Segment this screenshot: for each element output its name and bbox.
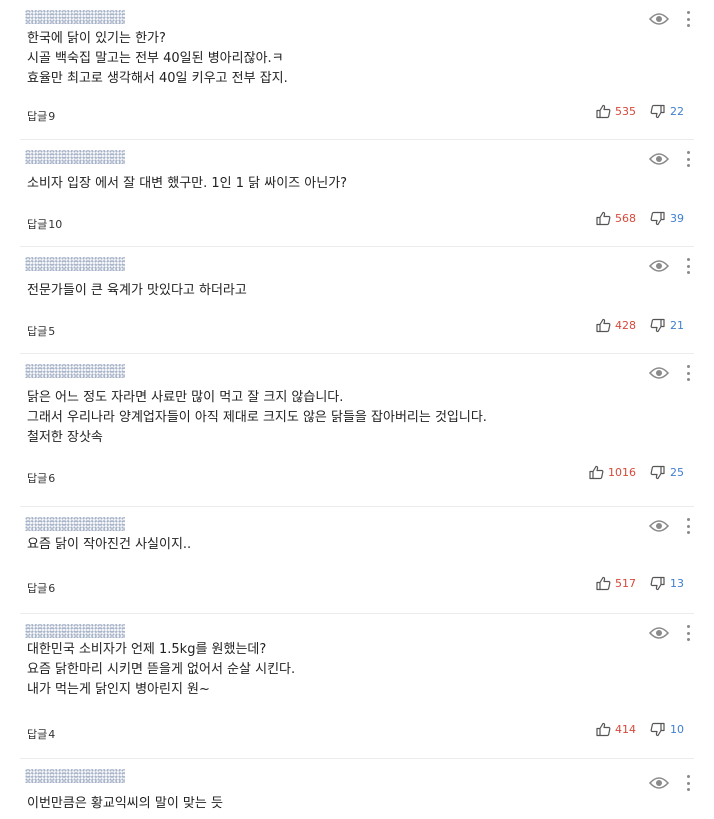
comment-item: 전문가들이 큰 육계가 맛있다고 하더라고 답글5 428 21 (20, 247, 694, 354)
more-vertical-icon[interactable] (684, 151, 692, 167)
author-name-blurred (25, 150, 125, 164)
thumbs-down-icon[interactable] (650, 318, 665, 333)
reply-count: 6 (48, 472, 56, 485)
comment-item: 소비자 입장 에서 잘 대변 했구만. 1인 1 닭 싸이즈 아닌가? 답글10… (20, 140, 694, 247)
comment-text: 요즘 닭이 작아진건 사실이지.. (27, 537, 192, 552)
eye-icon[interactable] (649, 259, 669, 273)
like-count: 414 (615, 723, 636, 736)
more-vertical-icon[interactable] (684, 365, 692, 381)
thumbs-down-icon[interactable] (650, 465, 665, 480)
reply-count: 4 (48, 728, 56, 741)
dislike-count: 22 (670, 105, 684, 118)
reply-count: 6 (48, 582, 56, 595)
comment-item: 이번만큼은 황교익씨의 말이 맞는 듯 (20, 759, 694, 819)
author-name-blurred (25, 517, 125, 531)
reply-link[interactable]: 답글6 (27, 470, 55, 486)
eye-icon[interactable] (649, 519, 669, 533)
reply-label: 답글 (27, 325, 48, 338)
reply-link[interactable]: 답글10 (27, 216, 62, 232)
thumbs-up-icon[interactable] (596, 576, 611, 591)
dislike-count: 21 (670, 319, 684, 332)
like-count: 517 (615, 577, 636, 590)
reply-count: 9 (48, 110, 56, 123)
reply-label: 답글 (27, 110, 48, 123)
more-vertical-icon[interactable] (684, 258, 692, 274)
like-count: 535 (615, 105, 636, 118)
thumbs-up-icon[interactable] (596, 318, 611, 333)
more-vertical-icon[interactable] (684, 775, 692, 791)
vote-actions: 517 13 (596, 576, 684, 591)
thumbs-down-icon[interactable] (650, 104, 665, 119)
thumbs-up-icon[interactable] (589, 465, 604, 480)
eye-icon[interactable] (649, 366, 669, 380)
author-name-blurred (25, 10, 125, 24)
comment-text: 대한민국 소비자가 언제 1.5kg를 원했는데? 요즘 닭한마리 시키면 뜯을… (27, 642, 296, 697)
comment-top-controls (649, 151, 692, 167)
more-vertical-icon[interactable] (684, 11, 692, 27)
like-count: 1016 (608, 466, 636, 479)
reply-link[interactable]: 답글6 (27, 580, 55, 596)
thumbs-up-icon[interactable] (596, 211, 611, 226)
comment-top-controls (649, 775, 692, 791)
reply-label: 답글 (27, 472, 48, 485)
comment-item: 요즘 닭이 작아진건 사실이지.. 답글6 517 13 (20, 507, 694, 614)
eye-icon[interactable] (649, 152, 669, 166)
comment-text: 소비자 입장 에서 잘 대변 했구만. 1인 1 닭 싸이즈 아닌가? (27, 176, 348, 191)
thumbs-down-icon[interactable] (650, 211, 665, 226)
comment-list: 한국에 닭이 있기는 한가? 시골 백숙집 말고는 전부 40일된 병아리잖아.… (0, 0, 714, 819)
eye-icon[interactable] (649, 776, 669, 790)
thumbs-down-icon[interactable] (650, 576, 665, 591)
author-name-blurred (25, 624, 125, 638)
reply-label: 답글 (27, 582, 48, 595)
thumbs-up-icon[interactable] (596, 104, 611, 119)
vote-actions: 414 10 (596, 722, 684, 737)
eye-icon[interactable] (649, 626, 669, 640)
dislike-count: 25 (670, 466, 684, 479)
reply-link[interactable]: 답글5 (27, 323, 55, 339)
thumbs-down-icon[interactable] (650, 722, 665, 737)
dislike-count: 39 (670, 212, 684, 225)
comment-item: 한국에 닭이 있기는 한가? 시골 백숙집 말고는 전부 40일된 병아리잖아.… (20, 0, 694, 140)
reply-count: 5 (48, 325, 56, 338)
thumbs-up-icon[interactable] (596, 722, 611, 737)
reply-link[interactable]: 답글4 (27, 726, 55, 742)
comment-text: 전문가들이 큰 육계가 맛있다고 하더라고 (27, 283, 247, 298)
vote-actions: 1016 25 (589, 465, 684, 480)
reply-label: 답글 (27, 218, 48, 231)
vote-actions: 428 21 (596, 318, 684, 333)
author-name-blurred (25, 364, 125, 378)
comment-item: 닭은 어느 정도 자라면 사료만 많이 먹고 잘 크지 않습니다. 그래서 우리… (20, 354, 694, 507)
comment-top-controls (649, 258, 692, 274)
comment-top-controls (649, 365, 692, 381)
dislike-count: 10 (670, 723, 684, 736)
eye-icon[interactable] (649, 12, 669, 26)
comment-top-controls (649, 11, 692, 27)
comment-item: 대한민국 소비자가 언제 1.5kg를 원했는데? 요즘 닭한마리 시키면 뜯을… (20, 614, 694, 759)
dislike-count: 13 (670, 577, 684, 590)
reply-link[interactable]: 답글9 (27, 108, 55, 124)
like-count: 568 (615, 212, 636, 225)
like-count: 428 (615, 319, 636, 332)
more-vertical-icon[interactable] (684, 625, 692, 641)
reply-label: 답글 (27, 728, 48, 741)
author-name-blurred (25, 769, 125, 783)
comment-text: 이번만큼은 황교익씨의 말이 맞는 듯 (27, 796, 223, 811)
author-name-blurred (25, 257, 125, 271)
reply-count: 10 (48, 218, 63, 231)
vote-actions: 535 22 (596, 104, 684, 119)
comment-top-controls (649, 518, 692, 534)
comment-top-controls (649, 625, 692, 641)
comment-text: 닭은 어느 정도 자라면 사료만 많이 먹고 잘 크지 않습니다. 그래서 우리… (27, 390, 487, 445)
comment-text: 한국에 닭이 있기는 한가? 시골 백숙집 말고는 전부 40일된 병아리잖아.… (27, 31, 288, 86)
more-vertical-icon[interactable] (684, 518, 692, 534)
vote-actions: 568 39 (596, 211, 684, 226)
